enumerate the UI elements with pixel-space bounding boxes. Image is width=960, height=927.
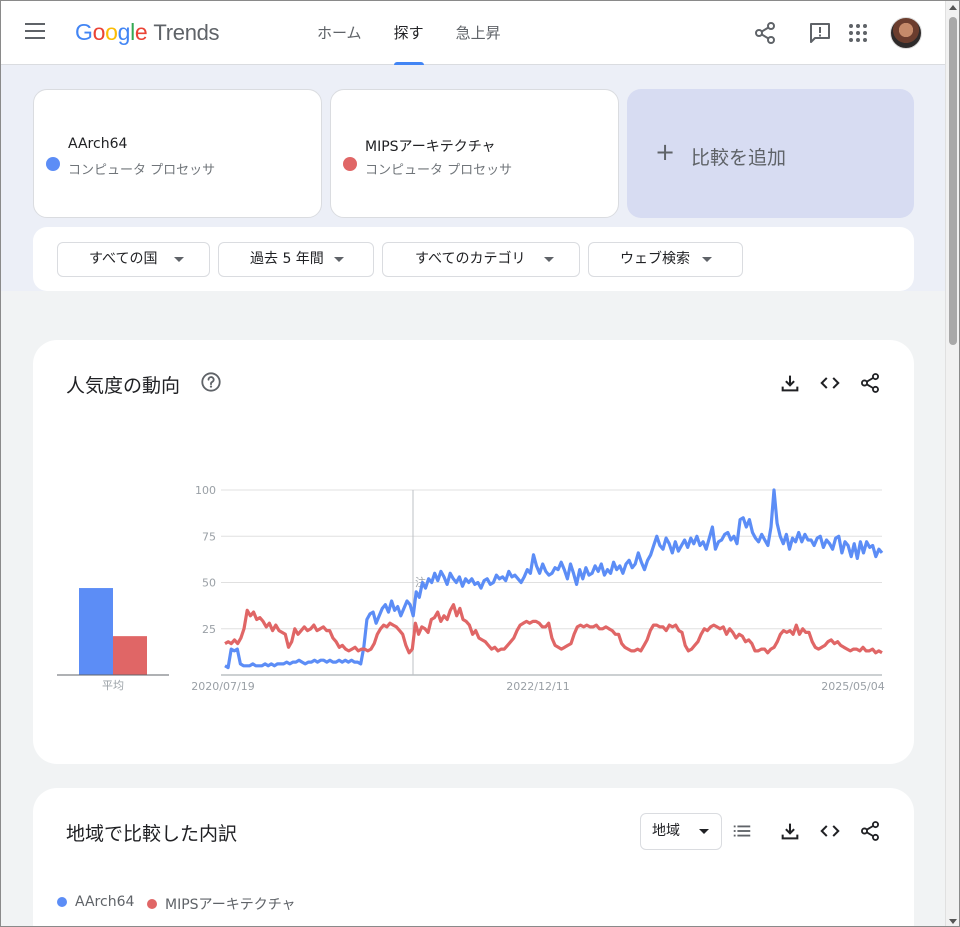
tab-trending[interactable]: 急上昇 bbox=[440, 1, 517, 65]
menu-icon[interactable] bbox=[25, 23, 47, 43]
top-app-bar: Google Trends ホーム 探す 急上昇 bbox=[1, 1, 945, 65]
scroll-up-arrow-icon[interactable] bbox=[949, 5, 957, 10]
filter-label: ウェブ検索 bbox=[620, 251, 690, 267]
filter-label: すべての国 bbox=[89, 251, 158, 267]
average-bar-mips[interactable] bbox=[113, 636, 147, 675]
interest-over-time-panel: 人気度の動向 平均 25 50 75 100 注 2020/07/19 2022/12… bbox=[33, 340, 914, 764]
chart-gridlines: 25 50 75 100 bbox=[195, 484, 882, 676]
browser-viewport: Google Trends ホーム 探す 急上昇 AArch64 コンピュータ プ… bbox=[0, 0, 960, 927]
term-name: AArch64 bbox=[68, 136, 128, 152]
term-name: MIPSアーキテクチャ bbox=[365, 139, 496, 155]
chevron-down-icon bbox=[702, 257, 712, 262]
average-bar-aarch64[interactable] bbox=[79, 588, 113, 675]
logo-letter: g bbox=[117, 19, 131, 45]
chevron-down-icon bbox=[174, 257, 184, 262]
filter-label: 過去 5 年間 bbox=[250, 251, 324, 267]
y-tick-label: 100 bbox=[195, 484, 216, 497]
chevron-down-icon bbox=[334, 257, 344, 262]
plus-icon: + bbox=[655, 138, 676, 166]
scrollbar-thumb[interactable] bbox=[949, 17, 957, 345]
scroll-down-arrow-icon[interactable] bbox=[949, 919, 957, 924]
legend-item-aarch64: AArch64 bbox=[57, 894, 134, 910]
legend-item-mips: MIPSアーキテクチャ bbox=[147, 894, 296, 914]
google-trends-logo[interactable]: Google Trends bbox=[75, 19, 220, 46]
filter-country[interactable]: すべての国 bbox=[57, 242, 210, 277]
region-breakdown-panel: 地域で比較した内訳 地域 AArch64 MIPSアーキテクチャ bbox=[33, 788, 914, 926]
term-color-dot bbox=[46, 157, 60, 171]
y-tick-label: 50 bbox=[202, 577, 216, 590]
average-bars bbox=[79, 588, 147, 675]
add-comparison-label: 比較を追加 bbox=[691, 147, 787, 169]
filter-time-range[interactable]: 過去 5 年間 bbox=[218, 242, 374, 277]
tab-home[interactable]: ホーム bbox=[301, 1, 378, 65]
avatar[interactable] bbox=[890, 17, 922, 49]
apps-icon[interactable] bbox=[846, 21, 870, 45]
legend-dot bbox=[57, 897, 67, 907]
chevron-down-icon bbox=[544, 257, 554, 262]
logo-letter: G bbox=[75, 19, 93, 45]
filter-bar: すべての国 過去 5 年間 すべてのカテゴリ ウェブ検索 bbox=[33, 227, 914, 291]
term-card-1[interactable]: AArch64 コンピュータ プロセッサ bbox=[33, 89, 322, 218]
region-select-value: 地域 bbox=[652, 823, 680, 839]
chart-series bbox=[224, 488, 884, 670]
region-select[interactable]: 地域 bbox=[640, 813, 722, 850]
share-icon[interactable] bbox=[859, 820, 881, 842]
logo-letter: e bbox=[134, 19, 148, 45]
y-tick-label: 75 bbox=[202, 530, 216, 543]
term-color-dot bbox=[343, 157, 357, 171]
panel-title: 地域で比較した内訳 bbox=[66, 823, 238, 845]
legend-label: AArch64 bbox=[75, 894, 135, 910]
term-card-2[interactable]: MIPSアーキテクチャ コンピュータ プロセッサ bbox=[330, 89, 619, 218]
embed-icon[interactable] bbox=[819, 820, 841, 842]
add-comparison-button[interactable]: + 比較を追加 bbox=[627, 89, 914, 218]
chevron-down-icon bbox=[699, 829, 709, 834]
logo-letter: o bbox=[92, 19, 106, 45]
legend-dot bbox=[147, 899, 157, 909]
term-category: コンピュータ プロセッサ bbox=[365, 163, 513, 178]
feedback-icon[interactable] bbox=[808, 21, 832, 45]
average-label: 平均 bbox=[102, 679, 124, 692]
x-tick-label: 2020/07/19 bbox=[191, 680, 254, 693]
tab-explore[interactable]: 探す bbox=[378, 1, 440, 65]
logo-trends-text: Trends bbox=[153, 20, 220, 45]
filter-search-type[interactable]: ウェブ検索 bbox=[588, 242, 743, 277]
interest-chart[interactable]: 平均 255075100 注 2020/07/19 2022/12/11 202… bbox=[33, 340, 914, 764]
logo-letter: o bbox=[105, 19, 118, 45]
vertical-scrollbar[interactable] bbox=[945, 1, 959, 926]
filter-label: すべてのカテゴリ bbox=[415, 251, 526, 267]
main-nav: ホーム 探す 急上昇 bbox=[301, 1, 517, 65]
filter-category[interactable]: すべてのカテゴリ bbox=[382, 242, 580, 277]
list-icon[interactable] bbox=[731, 820, 753, 842]
x-tick-label: 2025/05/04 bbox=[821, 680, 884, 693]
y-tick-label: 25 bbox=[202, 623, 216, 636]
x-tick-label: 2022/12/11 bbox=[506, 680, 569, 693]
legend-label: MIPSアーキテクチャ bbox=[165, 897, 296, 913]
download-icon[interactable] bbox=[779, 820, 801, 842]
term-category: コンピュータ プロセッサ bbox=[68, 163, 216, 178]
share-icon[interactable] bbox=[753, 21, 777, 45]
